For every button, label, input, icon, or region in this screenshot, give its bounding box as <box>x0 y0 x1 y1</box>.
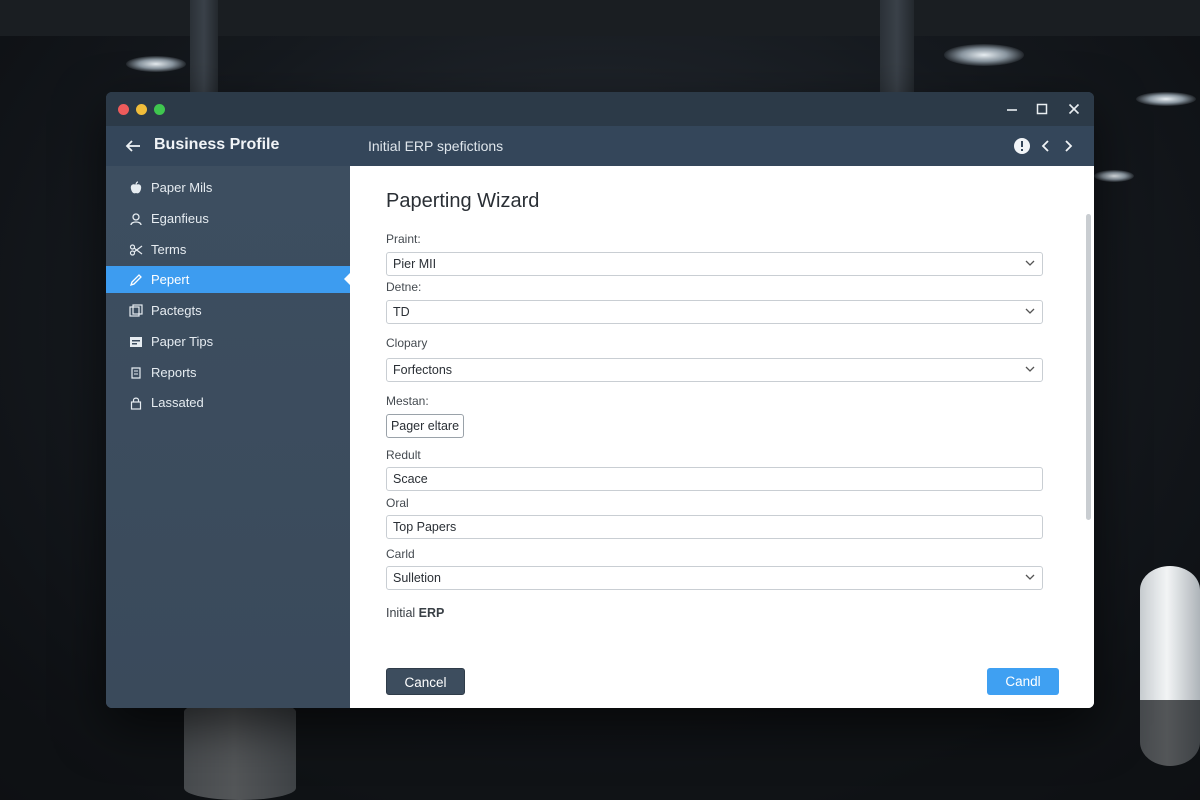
lock-icon <box>128 395 144 411</box>
ceiling-light <box>1136 92 1196 106</box>
minimize-icon[interactable] <box>996 92 1028 126</box>
window-controls <box>106 92 1094 126</box>
scrollbar[interactable] <box>1086 214 1091 520</box>
sidebar-item-lassated[interactable]: Lassated <box>106 389 350 416</box>
ceiling-light <box>1094 170 1134 182</box>
cancel-button[interactable]: Cancel <box>386 668 465 695</box>
user-icon <box>128 211 144 227</box>
maximize-icon[interactable] <box>1026 92 1058 126</box>
chevron-down-icon <box>1025 574 1035 580</box>
sidebar-item-label: Paper Mils <box>151 180 213 195</box>
scissors-icon <box>128 242 144 258</box>
background-beam <box>0 0 1200 36</box>
mestan-button[interactable]: Pager eltare <box>386 414 464 438</box>
breadcrumb: Initial ERP spefictions <box>368 138 504 154</box>
field-label: Mestan: <box>386 394 429 408</box>
info-icon[interactable] <box>1011 135 1033 157</box>
sidebar-item-paper-mils[interactable]: Paper Mils <box>106 174 350 201</box>
chevron-right-icon[interactable] <box>1057 135 1079 157</box>
carld-select[interactable]: Sulletion <box>386 566 1043 590</box>
header-bar: Business Profile Initial ERP spefictions <box>106 126 1094 166</box>
field-value: Forfectons <box>393 363 453 377</box>
sidebar: Paper Mils Eganfieus Terms Pepert Pacteg… <box>106 166 351 708</box>
footer-bar: Cancel Candl <box>350 652 1094 708</box>
sidebar-item-eganfieus[interactable]: Eganfieus <box>106 205 350 232</box>
apple-icon <box>128 180 144 196</box>
field-label: Oral <box>386 496 409 510</box>
sidebar-item-terms[interactable]: Terms <box>106 236 350 263</box>
footer-note-bold: ERP <box>418 606 445 620</box>
background-pipe <box>880 0 914 92</box>
sidebar-item-label: Reports <box>151 365 197 380</box>
pencil-icon <box>128 272 144 288</box>
background-pipe <box>190 0 218 92</box>
sidebar-item-label: Pactegts <box>151 303 202 318</box>
field-label: Praint: <box>386 232 421 246</box>
footer-note: Initial ERP <box>386 606 444 620</box>
field-label: Redult <box>386 448 421 462</box>
sidebar-item-reports[interactable]: Reports <box>106 359 350 386</box>
wizard-panel: Paperting Wizard Praint: Pier MII Detne:… <box>350 166 1094 708</box>
footer-note-prefix: Initial <box>386 606 416 620</box>
report-icon <box>128 365 144 381</box>
field-value: Scace <box>393 472 428 486</box>
praint-select[interactable]: Pier MII <box>386 252 1043 276</box>
chevron-left-icon[interactable] <box>1035 135 1057 157</box>
background-floor <box>0 700 1200 800</box>
app-window: Business Profile Initial ERP spefictions… <box>106 92 1094 708</box>
clopary-select[interactable]: Forfectons <box>386 358 1043 382</box>
close-icon[interactable] <box>1058 92 1090 126</box>
sidebar-item-label: Eganfieus <box>151 211 209 226</box>
sidebar-item-label: Lassated <box>151 395 204 410</box>
chevron-down-icon <box>1025 308 1035 314</box>
ceiling-light <box>944 44 1024 66</box>
ceiling-light <box>126 56 186 72</box>
sidebar-item-pepert[interactable]: Pepert <box>106 266 351 293</box>
gallery-icon <box>128 303 144 319</box>
sidebar-item-pactegts[interactable]: Pactegts <box>106 297 350 324</box>
card-icon <box>128 334 144 350</box>
wizard-title: Paperting Wizard <box>386 190 540 212</box>
field-label: Carld <box>386 547 415 561</box>
sidebar-item-label: Terms <box>151 242 187 257</box>
detne-select[interactable]: TD <box>386 300 1043 324</box>
back-arrow-icon[interactable] <box>124 136 144 156</box>
field-value: TD <box>393 305 410 319</box>
sidebar-item-label: Paper Tips <box>151 334 214 349</box>
chevron-down-icon <box>1025 366 1035 372</box>
oral-input[interactable]: Top Papers <box>386 515 1043 539</box>
sidebar-item-paper-tips[interactable]: Paper Tips <box>106 328 350 355</box>
redult-input[interactable]: Scace <box>386 467 1043 491</box>
sidebar-item-label: Pepert <box>151 272 190 287</box>
field-label: Detne: <box>386 280 422 294</box>
primary-button[interactable]: Candl <box>987 668 1059 695</box>
chevron-down-icon <box>1025 260 1035 266</box>
app-title: Business Profile <box>154 136 280 153</box>
field-value: Pier MII <box>393 257 437 271</box>
field-value: Sulletion <box>393 571 441 585</box>
field-label: Clopary <box>386 336 428 350</box>
field-value: Top Papers <box>393 520 457 534</box>
